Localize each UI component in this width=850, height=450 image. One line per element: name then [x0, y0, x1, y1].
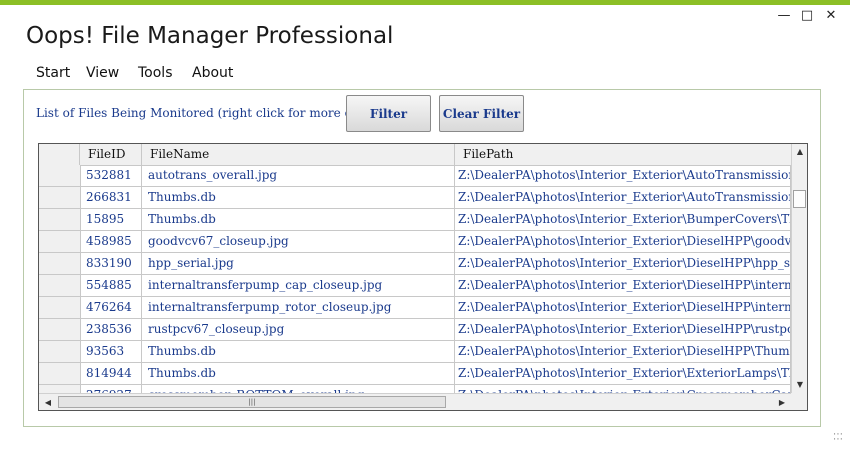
vertical-scrollbar[interactable]: ▲ ▼ — [791, 144, 807, 393]
table-row[interactable]: 458985 goodvcv67_closeup.jpg Z:\DealerPA… — [39, 231, 791, 253]
table-row[interactable]: 238536 rustpcv67_closeup.jpg Z:\DealerPA… — [39, 319, 791, 341]
cell-filename[interactable]: internaltransferpump_rotor_closeup.jpg — [142, 297, 455, 318]
scroll-right-arrow-icon[interactable]: ▶ — [774, 398, 790, 407]
row-header[interactable] — [39, 319, 81, 340]
cell-filename[interactable]: Thumbs.db — [142, 187, 455, 208]
scroll-left-arrow-icon[interactable]: ◀ — [40, 398, 56, 407]
cell-filepath[interactable]: Z:\DealerPA\photos\Interior_Exterior\Aut… — [455, 187, 791, 208]
cell-filename[interactable]: Thumbs.db — [142, 363, 455, 384]
horizontal-scrollbar[interactable]: ◀ ||| ▶ — [39, 393, 791, 410]
table-row[interactable]: 266831 Thumbs.db Z:\DealerPA\photos\Inte… — [39, 187, 791, 209]
vertical-scroll-thumb[interactable] — [793, 190, 806, 208]
close-button[interactable]: ✕ — [823, 9, 839, 23]
row-header[interactable] — [39, 209, 81, 230]
cell-filepath[interactable]: Z:\DealerPA\photos\Interior_Exterior\Aut… — [455, 165, 791, 186]
cell-filename[interactable]: crossmember_BOTTOM_overall.jpg — [142, 385, 455, 393]
cell-filepath[interactable]: Z:\DealerPA\photos\Interior_Exterior\Die… — [455, 253, 791, 274]
cell-filepath[interactable]: Z:\DealerPA\photos\Interior_Exterior\Ext… — [455, 363, 791, 384]
row-header[interactable] — [39, 275, 81, 296]
cell-filepath[interactable]: Z:\DealerPA\photos\Interior_Exterior\Die… — [455, 319, 791, 340]
column-header-filename[interactable]: FileName — [142, 144, 455, 165]
table-row[interactable]: 814944 Thumbs.db Z:\DealerPA\photos\Inte… — [39, 363, 791, 385]
cell-filepath[interactable]: Z:\DealerPA\photos\Interior_Exterior\Die… — [455, 275, 791, 296]
cell-fileid[interactable]: 276927 — [80, 385, 142, 393]
cell-filename[interactable]: goodvcv67_closeup.jpg — [142, 231, 455, 252]
row-header[interactable] — [39, 363, 81, 384]
table-row[interactable]: 276927 crossmember_BOTTOM_overall.jpg Z:… — [39, 385, 791, 393]
row-header[interactable] — [39, 187, 81, 208]
cell-filepath[interactable]: Z:\DealerPA\photos\Interior_Exterior\Die… — [455, 341, 791, 362]
table-row[interactable]: 554885 internaltransferpump_cap_closeup.… — [39, 275, 791, 297]
cell-fileid[interactable]: 833190 — [80, 253, 142, 274]
accent-top-bar — [0, 0, 850, 5]
menu-view[interactable]: View — [86, 65, 119, 81]
menu-about[interactable]: About — [192, 65, 233, 81]
cell-fileid[interactable]: 458985 — [80, 231, 142, 252]
cell-fileid[interactable]: 266831 — [80, 187, 142, 208]
cell-filepath[interactable]: Z:\DealerPA\photos\Interior_Exterior\Bum… — [455, 209, 791, 230]
cell-filename[interactable]: Thumbs.db — [142, 209, 455, 230]
row-header[interactable] — [39, 165, 81, 186]
scrollbar-corner — [791, 393, 807, 410]
menu-tools[interactable]: Tools — [138, 65, 173, 81]
cell-fileid[interactable]: 476264 — [80, 297, 142, 318]
cell-filepath[interactable]: Z:\DealerPA\photos\Interior_Exterior\Die… — [455, 297, 791, 318]
cell-fileid[interactable]: 554885 — [80, 275, 142, 296]
cell-fileid[interactable]: 532881 — [80, 165, 142, 186]
row-header[interactable] — [39, 253, 81, 274]
cell-filepath[interactable]: Z:\DealerPA\photos\Interior_Exterior\Die… — [455, 231, 791, 252]
row-header[interactable] — [39, 341, 81, 362]
cell-filename[interactable]: hpp_serial.jpg — [142, 253, 455, 274]
resize-grip-icon[interactable]: ⋯ ⋯ — [833, 430, 843, 445]
cell-filepath[interactable]: Z:\DealerPA\photos\Interior_Exterior\Cro… — [455, 385, 791, 393]
app-title: Oops! File Manager Professional — [26, 23, 394, 49]
table-row[interactable]: 833190 hpp_serial.jpg Z:\DealerPA\photos… — [39, 253, 791, 275]
menu-start[interactable]: Start — [36, 65, 70, 81]
scroll-down-arrow-icon[interactable]: ▼ — [792, 380, 807, 389]
row-header[interactable] — [39, 297, 81, 318]
maximize-button[interactable]: □ — [799, 9, 815, 23]
cell-fileid[interactable]: 814944 — [80, 363, 142, 384]
cell-filename[interactable]: autotrans_overall.jpg — [142, 165, 455, 186]
filter-button[interactable]: Filter — [346, 95, 431, 132]
cell-fileid[interactable]: 93563 — [80, 341, 142, 362]
column-header-filepath[interactable]: FilePath — [455, 144, 791, 165]
clear-filter-button[interactable]: Clear Filter — [439, 95, 524, 132]
panel-label: List of Files Being Monitored (right cli… — [36, 106, 394, 120]
scroll-up-arrow-icon[interactable]: ▲ — [792, 147, 807, 156]
table-row[interactable]: 93563 Thumbs.db Z:\DealerPA\photos\Inter… — [39, 341, 791, 363]
cell-fileid[interactable]: 15895 — [80, 209, 142, 230]
horizontal-scroll-thumb[interactable]: ||| — [58, 396, 446, 408]
minimize-button[interactable]: — — [776, 9, 792, 23]
cell-filename[interactable]: Thumbs.db — [142, 341, 455, 362]
column-header-fileid[interactable]: FileID — [80, 144, 142, 165]
row-header[interactable] — [39, 385, 81, 393]
cell-filename[interactable]: rustpcv67_closeup.jpg — [142, 319, 455, 340]
header-corner — [39, 144, 80, 165]
table-row[interactable]: 476264 internaltransferpump_rotor_closeu… — [39, 297, 791, 319]
row-header[interactable] — [39, 231, 81, 252]
grid-rows: 532881 autotrans_overall.jpg Z:\DealerPA… — [39, 165, 791, 393]
files-grid[interactable]: FileID FileName FilePath 532881 autotran… — [38, 143, 808, 411]
grid-header: FileID FileName FilePath — [39, 144, 791, 166]
cell-filename[interactable]: internaltransferpump_cap_closeup.jpg — [142, 275, 455, 296]
table-row[interactable]: 532881 autotrans_overall.jpg Z:\DealerPA… — [39, 165, 791, 187]
cell-fileid[interactable]: 238536 — [80, 319, 142, 340]
table-row[interactable]: 15895 Thumbs.db Z:\DealerPA\photos\Inter… — [39, 209, 791, 231]
